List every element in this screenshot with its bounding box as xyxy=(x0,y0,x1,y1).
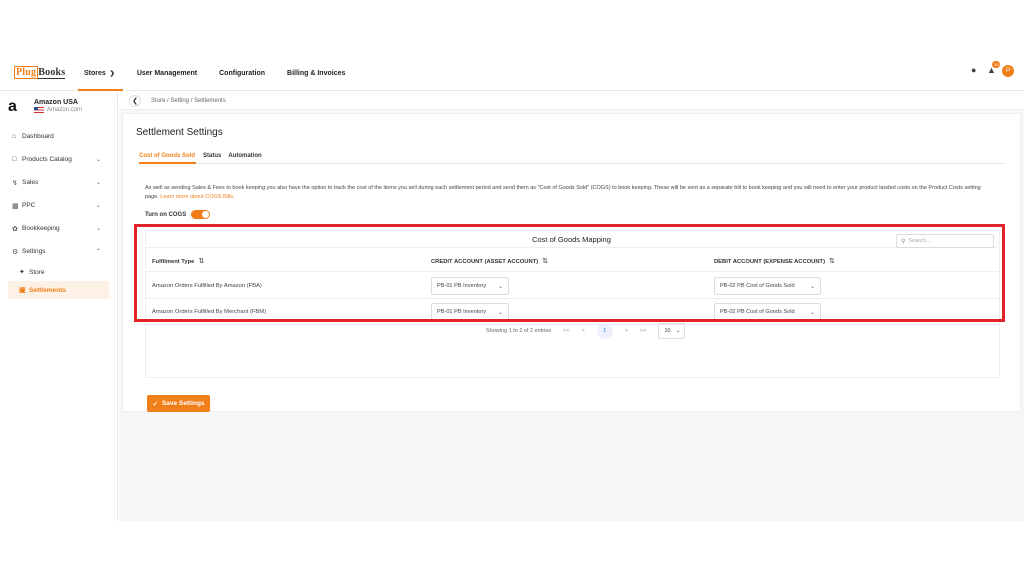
sidebar-item-dashboard[interactable]: ⌂ Dashboard xyxy=(0,125,117,148)
table-row: Amazon Orders Fulfilled By Merchant (FBM… xyxy=(146,299,999,325)
plugbooks-logo[interactable]: Plug Books xyxy=(14,66,66,79)
chevron-down-icon: ⌄ xyxy=(675,328,681,334)
gear-icon: ⚙ xyxy=(12,248,19,256)
sidebar-subitem-store[interactable]: ✦ Store xyxy=(0,263,117,281)
cogs-toggle-label: Turn on COGS xyxy=(145,211,187,218)
column-fulfilment-type[interactable]: Fulfilment Type ⇅ xyxy=(152,257,204,265)
chevron-up-icon: ⌃ xyxy=(95,249,101,255)
nav-stores[interactable]: Stores ❯ xyxy=(78,55,123,91)
catalog-icon: □ xyxy=(12,156,17,163)
tab-status[interactable]: Status xyxy=(203,151,221,163)
credit-account-select[interactable]: PB-01 PB Inventory ⌄ xyxy=(431,277,509,295)
chevron-down-icon: ⌄ xyxy=(497,283,503,290)
pagination: Showing 1 to 2 of 2 entries << < 1 > >> … xyxy=(486,323,686,339)
notification-badge: 10 xyxy=(992,61,1001,68)
app-window: Plug Books Stores ❯ User Management Config… xyxy=(0,55,1024,521)
chart-icon: ↯ xyxy=(12,179,18,187)
main-content: ❮ Store / Setting / Settlements Settleme… xyxy=(119,92,1024,521)
amazon-logo-icon: a xyxy=(8,98,17,115)
nav-user-management[interactable]: User Management xyxy=(137,55,197,91)
search-input[interactable]: ⚲ Search... xyxy=(896,234,994,248)
page-title: Settlement Settings xyxy=(136,127,223,138)
tab-automation[interactable]: Automation xyxy=(228,151,261,163)
chevron-down-icon: ⌄ xyxy=(95,157,101,163)
settings-card: Settlement Settings Cost of Goods Sold S… xyxy=(122,113,1021,412)
sidebar-item-sales[interactable]: ↯ Sales ⌄ xyxy=(0,171,117,194)
prev-page-button[interactable]: < xyxy=(582,328,585,334)
sort-icon[interactable]: ⇅ xyxy=(829,258,835,265)
sidebar-item-products-catalog[interactable]: □ Products Catalog ⌄ xyxy=(0,148,117,171)
breadcrumb-bar: ❮ Store / Setting / Settlements xyxy=(119,92,1024,110)
ppc-icon: ▩ xyxy=(12,202,19,210)
back-arrow-icon[interactable]: ❮ xyxy=(129,94,141,107)
sidebar-subitem-settlements[interactable]: ▣ Settlements xyxy=(8,281,109,299)
pagination-summary: Showing 1 to 2 of 2 entries xyxy=(486,328,552,334)
store-name: Amazon USA xyxy=(34,99,78,106)
lightbulb-icon[interactable]: ● xyxy=(971,65,981,77)
page-size-select[interactable]: 10 ⌄ xyxy=(658,323,686,339)
nav-configuration[interactable]: Configuration xyxy=(219,55,265,91)
tab-cost-of-goods-sold[interactable]: Cost of Goods Sold xyxy=(139,151,196,164)
credit-account-select[interactable]: PB-01 PB Inventory ⌄ xyxy=(431,303,509,321)
chevron-down-icon: ⌄ xyxy=(809,283,815,290)
chevron-down-icon: ⌄ xyxy=(95,203,101,209)
debit-account-select[interactable]: PB-02 PB Cost of Goods Sold ⌄ xyxy=(714,303,821,321)
fulfilment-type-cell: Amazon Orders Fulfilled By Amazon (FBA) xyxy=(152,283,262,289)
column-debit-account[interactable]: DEBIT ACCOUNT (EXPENSE ACCOUNT) ⇅ xyxy=(714,257,835,265)
chevron-down-icon: ⌄ xyxy=(497,309,503,316)
home-icon: ⌂ xyxy=(12,133,17,140)
sort-icon[interactable]: ⇅ xyxy=(198,258,204,265)
save-settings-button[interactable]: ✓ Save Settings xyxy=(147,395,210,412)
mapping-title: Cost of Goods Mapping xyxy=(146,231,997,248)
breadcrumb: Store / Setting / Settlements xyxy=(151,97,226,104)
store-selector[interactable]: a Amazon USA Amazon.com xyxy=(8,99,82,115)
bell-icon[interactable]: ▲ 10 xyxy=(987,61,1001,77)
cogs-mapping-panel: Cost of Goods Mapping ⚲ Search... Fulfilm… xyxy=(145,230,1000,378)
cogs-description: As well as sending Sales & Fees to book … xyxy=(145,185,981,200)
learn-more-link[interactable]: Learn more about COGS Bills. xyxy=(160,194,234,200)
us-flag-icon xyxy=(34,107,44,113)
chevron-down-icon: ❯ xyxy=(109,70,115,77)
fulfilment-type-cell: Amazon Orders Fulfilled By Merchant (FBM… xyxy=(152,309,267,315)
column-credit-account[interactable]: CREDIT ACCOUNT (ASSET ACCOUNT) ⇅ xyxy=(431,257,548,265)
table-row: Amazon Orders Fulfilled By Amazon (FBA) … xyxy=(146,273,999,299)
sidebar-item-ppc[interactable]: ▩ PPC ⌄ xyxy=(0,194,117,217)
avatar[interactable]: P xyxy=(1002,65,1014,77)
store-domain: Amazon.com xyxy=(47,107,83,113)
search-icon: ⚲ xyxy=(901,238,906,245)
bookkeeping-icon: ✿ xyxy=(12,225,18,233)
next-page-button[interactable]: > xyxy=(625,328,628,334)
store-icon: ✦ xyxy=(19,269,25,276)
check-icon: ✓ xyxy=(152,400,158,408)
debit-account-select[interactable]: PB-02 PB Cost of Goods Sold ⌄ xyxy=(714,277,821,295)
chevron-down-icon: ⌄ xyxy=(809,309,815,316)
settings-tabs: Cost of Goods Sold Status Automation xyxy=(139,151,1005,164)
chevron-down-icon: ⌄ xyxy=(95,180,101,186)
sidebar: a Amazon USA Amazon.com ⌂ Dashboard □ Prod… xyxy=(0,92,118,521)
cogs-toggle-row: Turn on COGS xyxy=(145,210,211,219)
cogs-toggle[interactable] xyxy=(191,210,211,219)
last-page-button[interactable]: >> xyxy=(640,328,646,334)
settlements-icon: ▣ xyxy=(19,287,26,294)
chevron-down-icon: ⌄ xyxy=(95,226,101,232)
sidebar-nav: ⌂ Dashboard □ Products Catalog ⌄ ↯ Sales ⌄ ▩ P… xyxy=(0,125,117,299)
sort-icon[interactable]: ⇅ xyxy=(542,258,548,265)
top-bar: Plug Books Stores ❯ User Management Config… xyxy=(0,55,1024,91)
nav-billing-invoices[interactable]: Billing & Invoices xyxy=(287,55,345,91)
sidebar-item-settings[interactable]: ⚙ Settings ⌃ xyxy=(0,240,117,263)
sidebar-item-bookkeeping[interactable]: ✿ Bookkeeping ⌄ xyxy=(0,217,117,240)
page-1-button[interactable]: 1 xyxy=(596,323,613,339)
first-page-button[interactable]: << xyxy=(563,328,569,334)
top-nav: Stores ❯ User Management Configuration Bi… xyxy=(78,55,367,91)
table-header: Fulfilment Type ⇅ CREDIT ACCOUNT (ASSET A… xyxy=(146,248,999,272)
top-right-controls: ● ▲ 10 P xyxy=(971,61,1014,77)
